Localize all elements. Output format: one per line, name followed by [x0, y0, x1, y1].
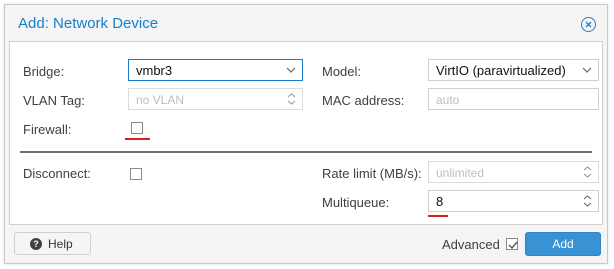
close-icon[interactable] [581, 17, 596, 32]
checkmark-icon [508, 241, 518, 250]
multiqueue-value: 8 [436, 194, 444, 209]
advanced-checkbox[interactable] [506, 238, 518, 250]
vlan-tag-placeholder: no VLAN [136, 93, 185, 107]
add-button[interactable]: Add [525, 232, 601, 256]
chevron-down-icon[interactable] [578, 60, 598, 80]
model-label: Model: [322, 64, 362, 79]
help-button-label: Help [48, 237, 73, 251]
model-value: VirtIO (paravirtualized) [436, 63, 566, 78]
add-network-device-dialog: Add: Network Device Bridge: vmbr3 VLAN T… [4, 4, 608, 264]
mac-address-input[interactable]: auto [428, 88, 599, 110]
section-divider [20, 151, 592, 153]
mac-address-label: MAC address: [322, 93, 405, 108]
vlan-tag-label: VLAN Tag: [23, 93, 85, 108]
firewall-highlight-underline [125, 138, 150, 140]
help-icon: ? [30, 238, 42, 250]
disconnect-checkbox[interactable] [130, 168, 142, 180]
bridge-select[interactable]: vmbr3 [128, 59, 303, 81]
mac-address-placeholder: auto [436, 93, 460, 107]
rate-limit-label: Rate limit (MB/s): [322, 166, 422, 181]
vlan-tag-input[interactable]: no VLAN [128, 88, 303, 110]
model-select[interactable]: VirtIO (paravirtualized) [428, 59, 599, 81]
bridge-value: vmbr3 [136, 63, 173, 78]
spinner-icon[interactable] [282, 89, 302, 109]
dialog-footer: ? Help Advanced Add [5, 227, 607, 263]
firewall-label: Firewall: [23, 122, 72, 137]
advanced-label: Advanced [442, 237, 500, 252]
add-button-label: Add [552, 237, 574, 251]
disconnect-label: Disconnect: [23, 166, 91, 181]
help-button[interactable]: ? Help [14, 232, 91, 255]
dialog-body: Bridge: vmbr3 VLAN Tag: no VLAN Firewall… [9, 41, 603, 225]
multiqueue-highlight-underline [428, 215, 448, 217]
dialog-titlebar: Add: Network Device [5, 5, 607, 41]
spinner-icon[interactable] [578, 162, 598, 182]
dialog-title: Add: Network Device [18, 15, 159, 32]
firewall-checkbox[interactable] [131, 122, 143, 134]
multiqueue-input[interactable]: 8 [428, 190, 599, 212]
spinner-icon[interactable] [578, 191, 598, 211]
bridge-label: Bridge: [23, 64, 65, 79]
multiqueue-label: Multiqueue: [322, 195, 390, 210]
rate-limit-placeholder: unlimited [436, 166, 485, 180]
rate-limit-input[interactable]: unlimited [428, 161, 599, 183]
chevron-down-icon[interactable] [282, 60, 302, 80]
